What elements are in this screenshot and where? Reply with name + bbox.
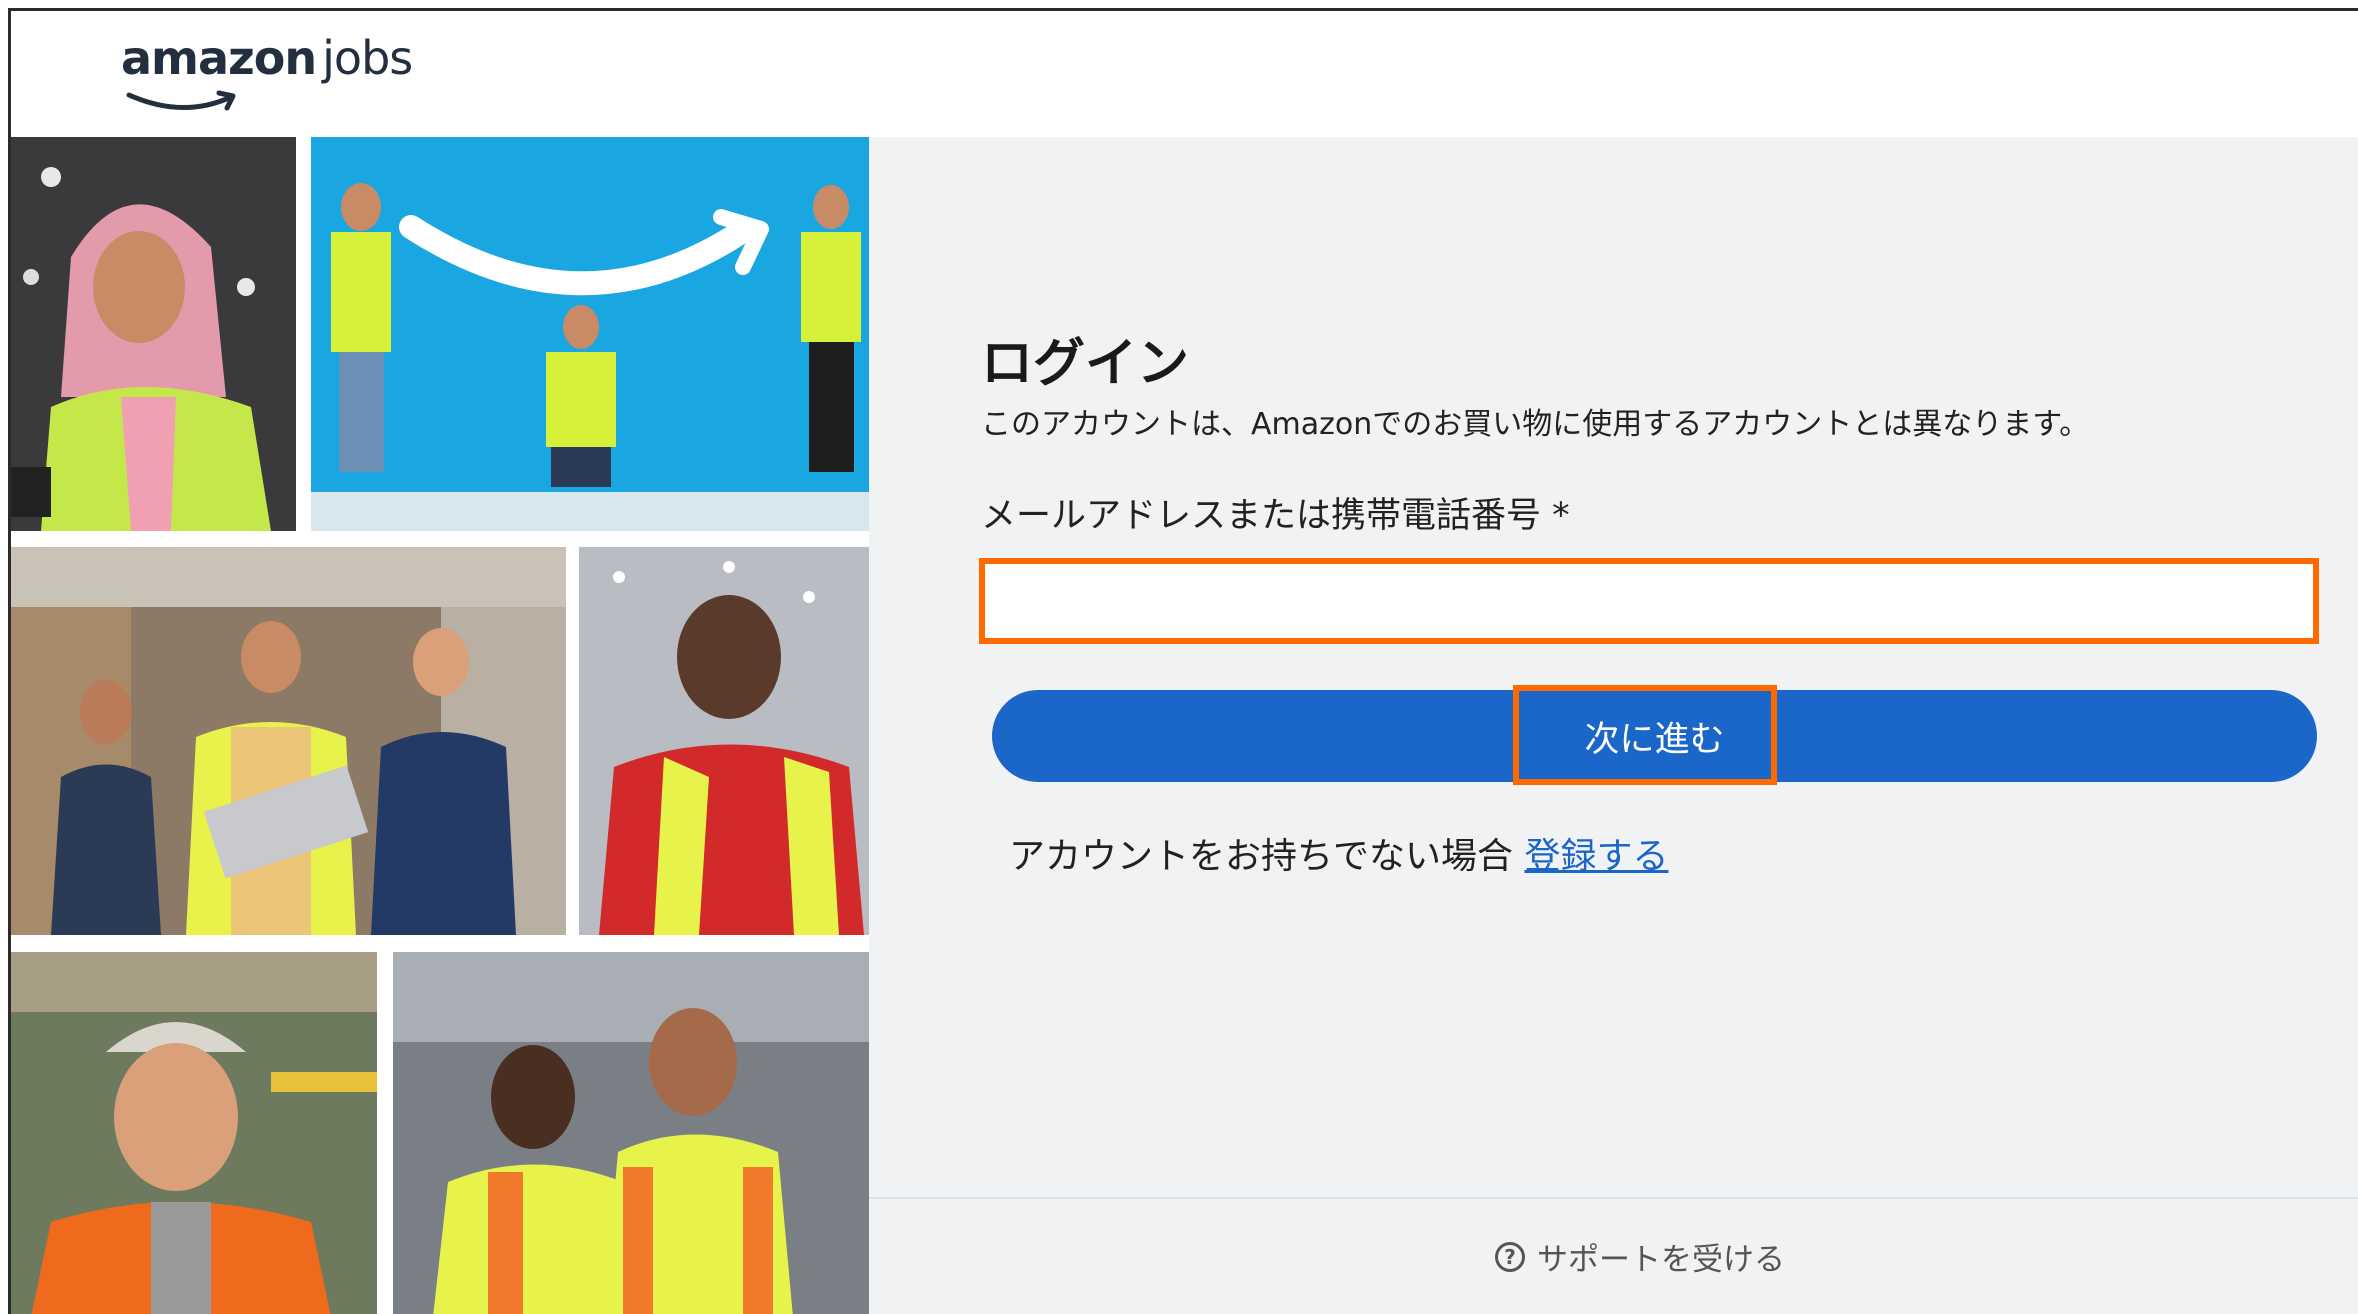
page-frame: amazon jobs ログイン このアカウントは、Amazonでのお買い物に使… <box>8 8 2358 1314</box>
support-label: サポートを受ける <box>1537 1242 1785 1278</box>
next-button[interactable]: 次に進む <box>992 690 2317 782</box>
support-link[interactable]: ? サポートを受ける <box>1495 1234 1785 1279</box>
account-notice: このアカウントは、Amazonでのお買い物に使用するアカウントとは異なります。 <box>981 407 2090 442</box>
logo-amazon-text: amazon <box>121 31 317 85</box>
worker-photo-4 <box>579 547 869 935</box>
logo-jobs-text: jobs <box>322 31 413 85</box>
worker-photo-3 <box>11 547 566 935</box>
signup-prompt: アカウントをお持ちでない場合 登録する <box>1009 827 1668 879</box>
login-panel: ログイン このアカウントは、Amazonでのお買い物に使用するアカウントとは異な… <box>869 137 2358 1314</box>
amazon-smile-icon <box>126 90 236 111</box>
amazon-jobs-logo[interactable]: amazon jobs <box>121 31 413 111</box>
signup-link[interactable]: 登録する <box>1524 836 1668 877</box>
worker-photo-2 <box>311 137 869 531</box>
worker-photo-1 <box>11 137 296 531</box>
worker-photo-6 <box>393 952 869 1314</box>
worker-photo-5 <box>11 952 377 1314</box>
photo-collage <box>11 137 869 1314</box>
email-phone-field-highlight <box>979 558 2319 644</box>
question-circle-icon: ? <box>1495 1241 1525 1272</box>
page-title: ログイン <box>981 334 1190 394</box>
header: amazon jobs <box>11 11 2358 137</box>
signup-prompt-text: アカウントをお持ちでない場合 <box>1009 836 1514 877</box>
footer: ? サポートを受ける <box>869 1197 2358 1314</box>
next-button-label: 次に進む <box>1584 719 1725 759</box>
email-phone-label: メールアドレスまたは携帯電話番号 * <box>981 496 1570 536</box>
email-phone-input[interactable] <box>985 564 2313 638</box>
